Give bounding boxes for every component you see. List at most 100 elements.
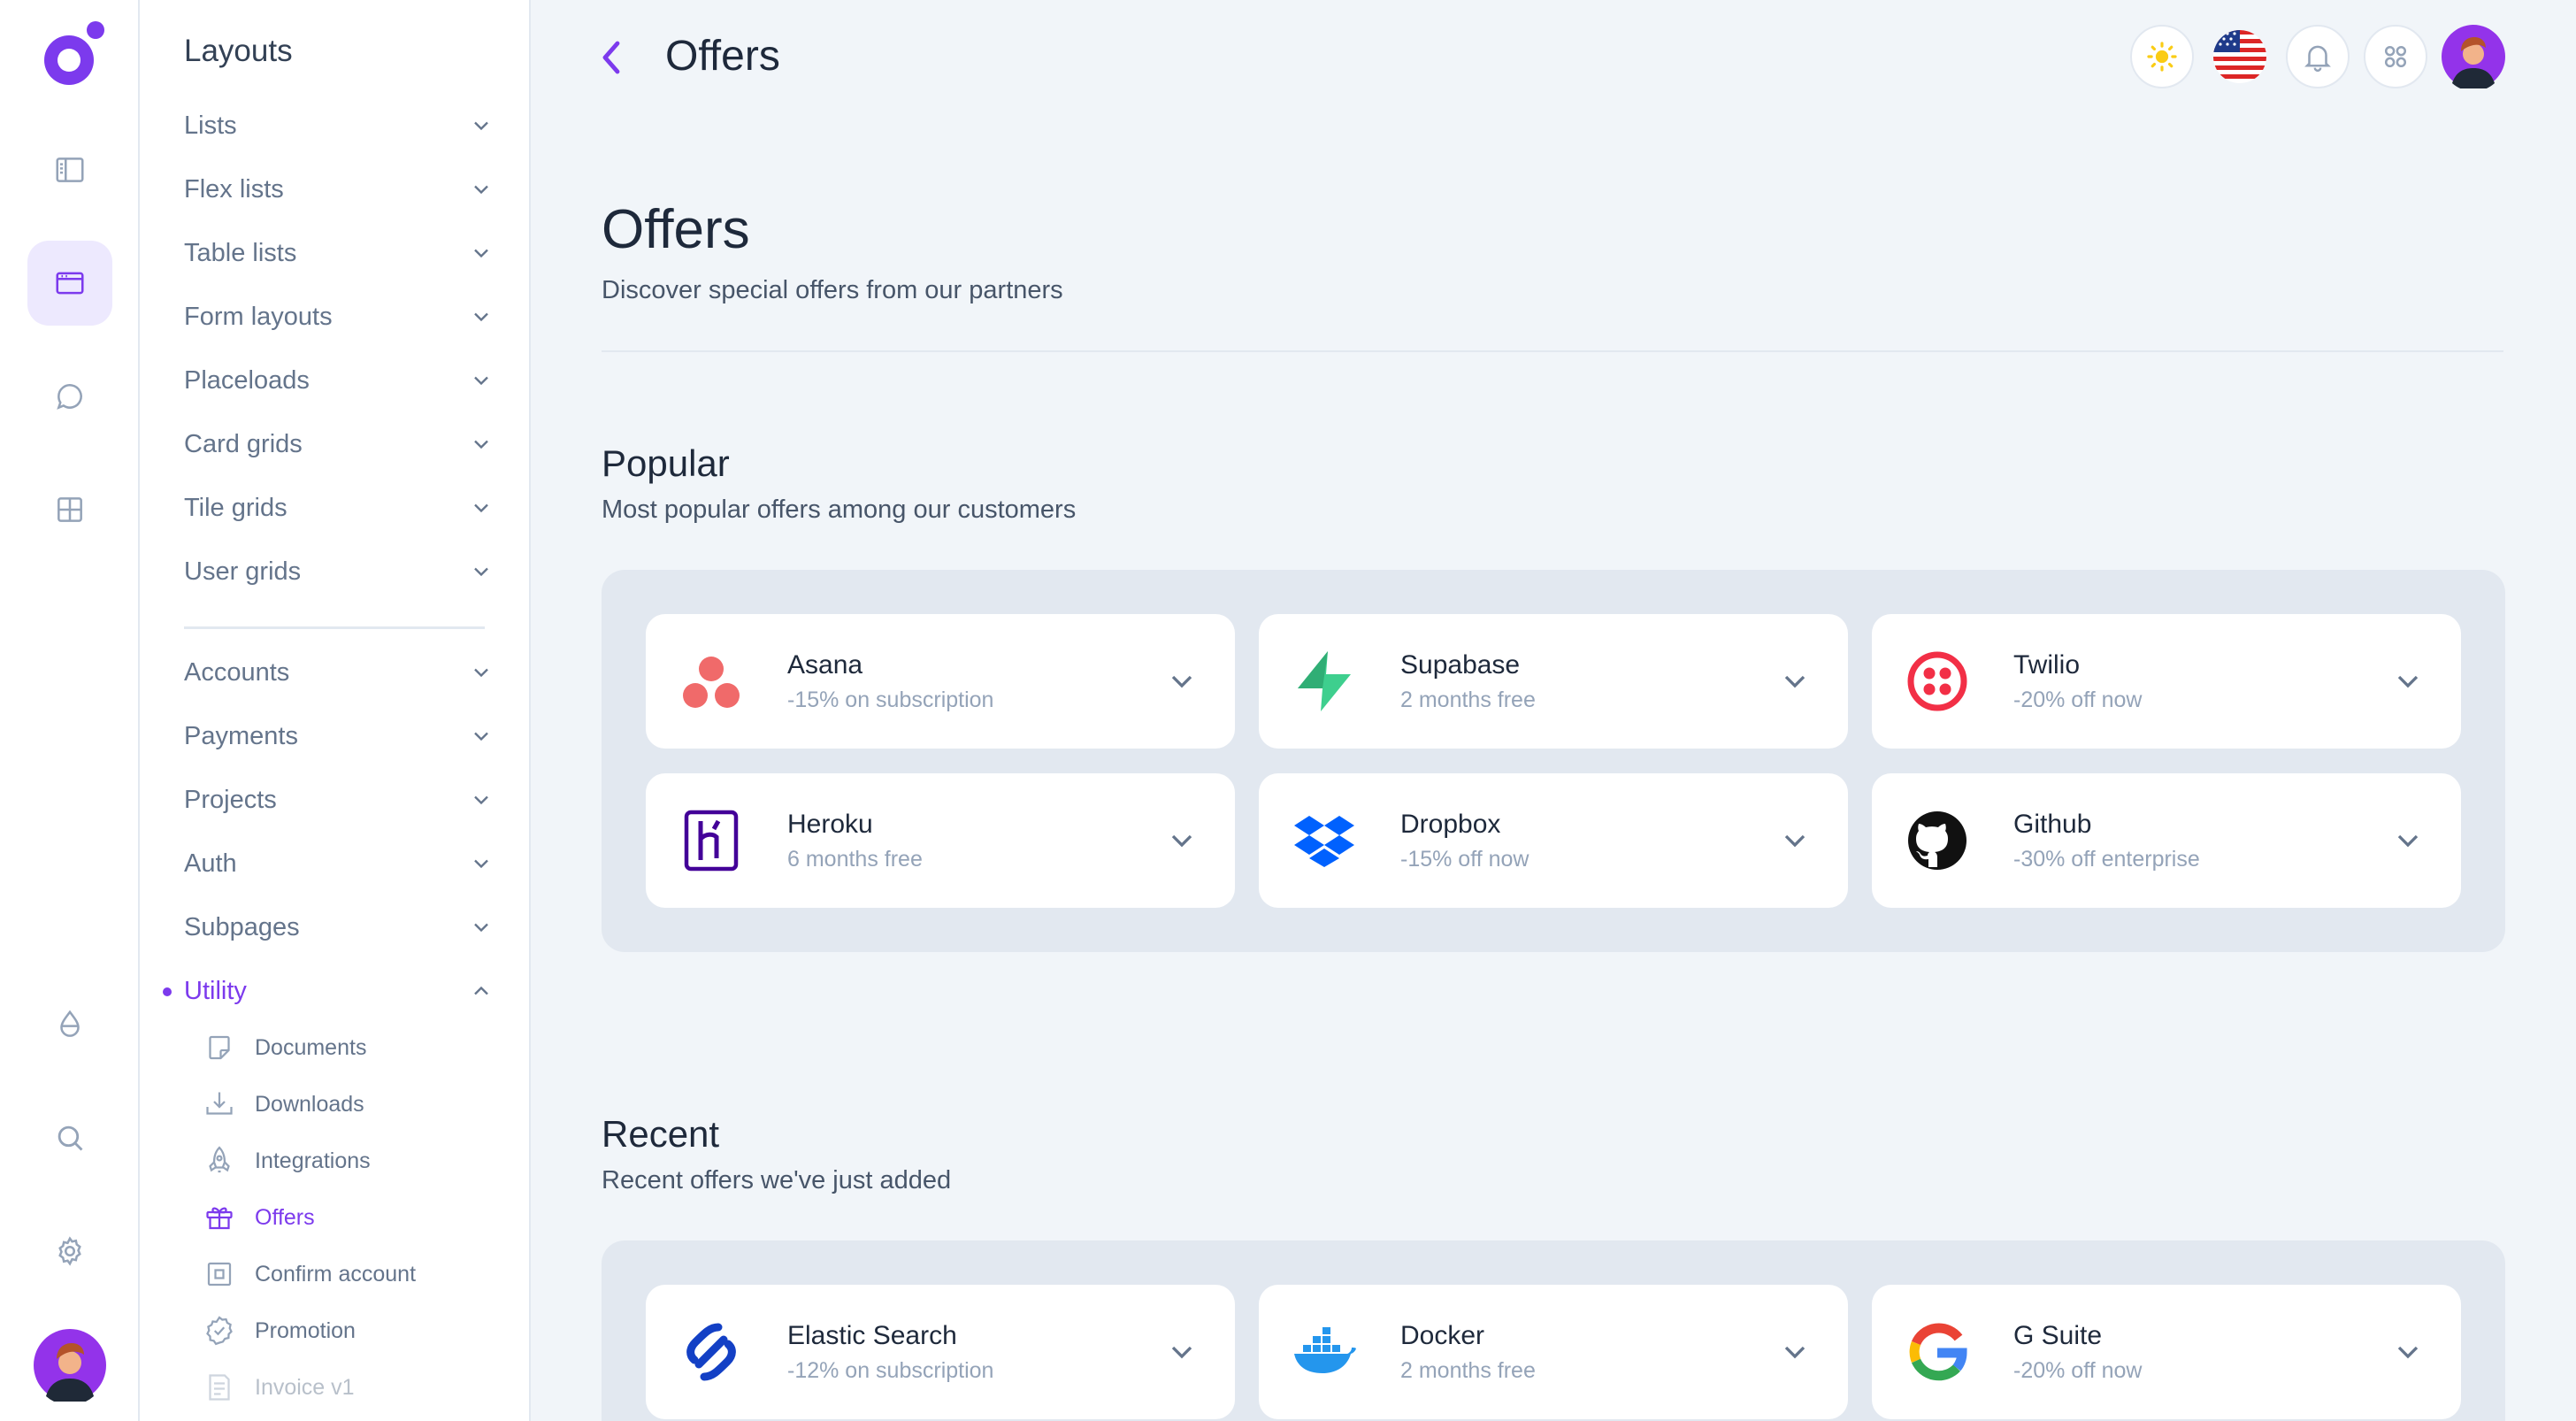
active-dot	[163, 987, 172, 996]
offer-name: Github	[2013, 809, 2092, 839]
offer-name: G Suite	[2013, 1320, 2103, 1350]
submenu-offers[interactable]: Offers	[203, 1194, 315, 1240]
menu-item-lists[interactable]: Lists	[184, 101, 494, 150]
submenu-invoice-v1[interactable]: Invoice v1	[203, 1364, 355, 1410]
dropbox-logo	[1292, 809, 1356, 872]
menu-item-tile-grids[interactable]: Tile grids	[184, 483, 494, 533]
chevron-down-icon	[474, 859, 488, 869]
submenu-documents[interactable]: Documents	[203, 1025, 366, 1071]
chevron-down-icon	[474, 121, 488, 131]
offer-card-g-suite[interactable]: G Suite -20% off now	[1872, 1285, 2461, 1419]
language-button[interactable]	[2208, 25, 2272, 88]
search-icon	[58, 1125, 83, 1151]
offer-card-heroku[interactable]: Heroku 6 months free	[646, 773, 1235, 908]
offer-card-asana[interactable]: Asana -15% on subscription	[646, 614, 1235, 749]
offer-card-github[interactable]: Github -30% off enterprise	[1872, 773, 2461, 908]
offer-name: Supabase	[1400, 649, 1521, 680]
offer-card-twilio[interactable]: Twilio -20% off now	[1872, 614, 2461, 749]
us-flag-icon	[2213, 30, 2266, 83]
supabase-logo	[1292, 649, 1356, 713]
menu-item-card-grids[interactable]: Card grids	[184, 419, 494, 469]
offer-name: Dropbox	[1400, 809, 1501, 839]
menu-item-projects[interactable]: Projects	[184, 775, 494, 825]
menu-item-payments[interactable]: Payments	[184, 711, 494, 761]
github-logo	[1905, 809, 1969, 872]
rail-dashboard-button[interactable]	[27, 467, 112, 552]
menu-item-form-layouts[interactable]: Form layouts	[184, 292, 494, 342]
offer-detail: 6 months free	[787, 846, 923, 872]
chevron-down-icon	[1784, 1346, 1806, 1359]
offer-name: Asana	[787, 649, 863, 680]
rail-settings-button[interactable]	[27, 1209, 112, 1294]
apps-icon	[2384, 45, 2407, 68]
submenu-promotion[interactable]: Promotion	[203, 1308, 356, 1354]
back-button[interactable]	[593, 34, 632, 81]
chevron-down-icon	[1171, 1346, 1192, 1359]
offer-detail: -12% on subscription	[787, 1357, 994, 1383]
offer-name: Docker	[1400, 1320, 1485, 1350]
offer-detail: 2 months free	[1400, 687, 1536, 712]
menu-item-placeloads[interactable]: Placeloads	[184, 356, 494, 405]
menu-item-table-lists[interactable]: Table lists	[184, 228, 494, 278]
chevron-down-icon	[474, 923, 488, 933]
chevron-down-icon	[2397, 834, 2419, 848]
sun-icon	[2147, 42, 2177, 72]
menu-item-accounts[interactable]: Accounts	[184, 648, 494, 697]
page-divider	[602, 350, 2503, 352]
offer-name: Elastic Search	[787, 1320, 957, 1350]
chevron-down-icon	[474, 732, 488, 741]
offer-detail: -30% off enterprise	[2013, 846, 2200, 872]
offer-card-docker[interactable]: Docker 2 months free	[1259, 1285, 1848, 1419]
download-icon	[206, 1092, 233, 1115]
submenu-integrations[interactable]: Integrations	[203, 1138, 371, 1184]
gift-icon	[206, 1207, 233, 1230]
layout-icon	[56, 272, 84, 295]
google-logo	[1905, 1320, 1969, 1384]
user-avatar[interactable]	[34, 1329, 106, 1406]
recent-title: Recent	[602, 1113, 720, 1155]
bell-icon	[2304, 45, 2331, 73]
submenu-downloads[interactable]: Downloads	[203, 1081, 364, 1127]
rail-theme-button[interactable]	[27, 982, 112, 1067]
offer-card-supabase[interactable]: Supabase 2 months free	[1259, 614, 1848, 749]
chevron-down-icon	[474, 795, 488, 805]
app-logo[interactable]	[34, 19, 108, 94]
rocket-icon	[209, 1146, 230, 1173]
rail-search-button[interactable]	[27, 1095, 112, 1180]
elastic-logo	[679, 1320, 743, 1384]
submenu-confirm-account[interactable]: Confirm account	[203, 1251, 416, 1297]
theme-toggle-button[interactable]	[2130, 25, 2194, 88]
rail-sidebar-button[interactable]	[27, 127, 112, 212]
chevron-down-icon	[1171, 834, 1192, 848]
icon-rail	[0, 0, 140, 1421]
offer-name: Heroku	[787, 809, 873, 839]
menu-item-user-grids[interactable]: User grids	[184, 547, 494, 596]
droplet-icon	[60, 1010, 80, 1037]
rail-messages-button[interactable]	[27, 354, 112, 439]
apps-button[interactable]	[2364, 25, 2427, 88]
header-user-avatar[interactable]	[2442, 25, 2505, 88]
menu-item-subpages[interactable]: Subpages	[184, 903, 494, 952]
recent-subtitle: Recent offers we've just added	[602, 1166, 952, 1194]
chevron-down-icon	[474, 312, 488, 322]
confirm-icon	[207, 1262, 232, 1287]
rail-layouts-button[interactable]	[27, 241, 112, 326]
badge-icon	[206, 1316, 233, 1346]
sidebar-icon	[56, 157, 84, 182]
menu-item-auth[interactable]: Auth	[184, 839, 494, 888]
document-icon	[209, 1035, 230, 1060]
offer-detail: -15% on subscription	[787, 687, 994, 712]
menu-item-utility[interactable]: Utility	[163, 966, 494, 1016]
avatar-icon	[2442, 25, 2505, 88]
chevron-down-icon	[1784, 834, 1806, 848]
chevron-down-icon	[474, 249, 488, 258]
offer-card-dropbox[interactable]: Dropbox -15% off now	[1259, 773, 1848, 908]
page-subtitle: Discover special offers from our partner…	[602, 276, 1063, 304]
menu-item-flex-lists[interactable]: Flex lists	[184, 165, 494, 214]
offer-card-elastic-search[interactable]: Elastic Search -12% on subscription	[646, 1285, 1235, 1419]
popular-subtitle: Most popular offers among our customers	[602, 495, 1077, 524]
offer-detail: -20% off now	[2013, 687, 2143, 712]
notifications-button[interactable]	[2286, 25, 2350, 88]
twilio-logo	[1905, 649, 1969, 713]
chevron-down-icon	[2397, 675, 2419, 688]
